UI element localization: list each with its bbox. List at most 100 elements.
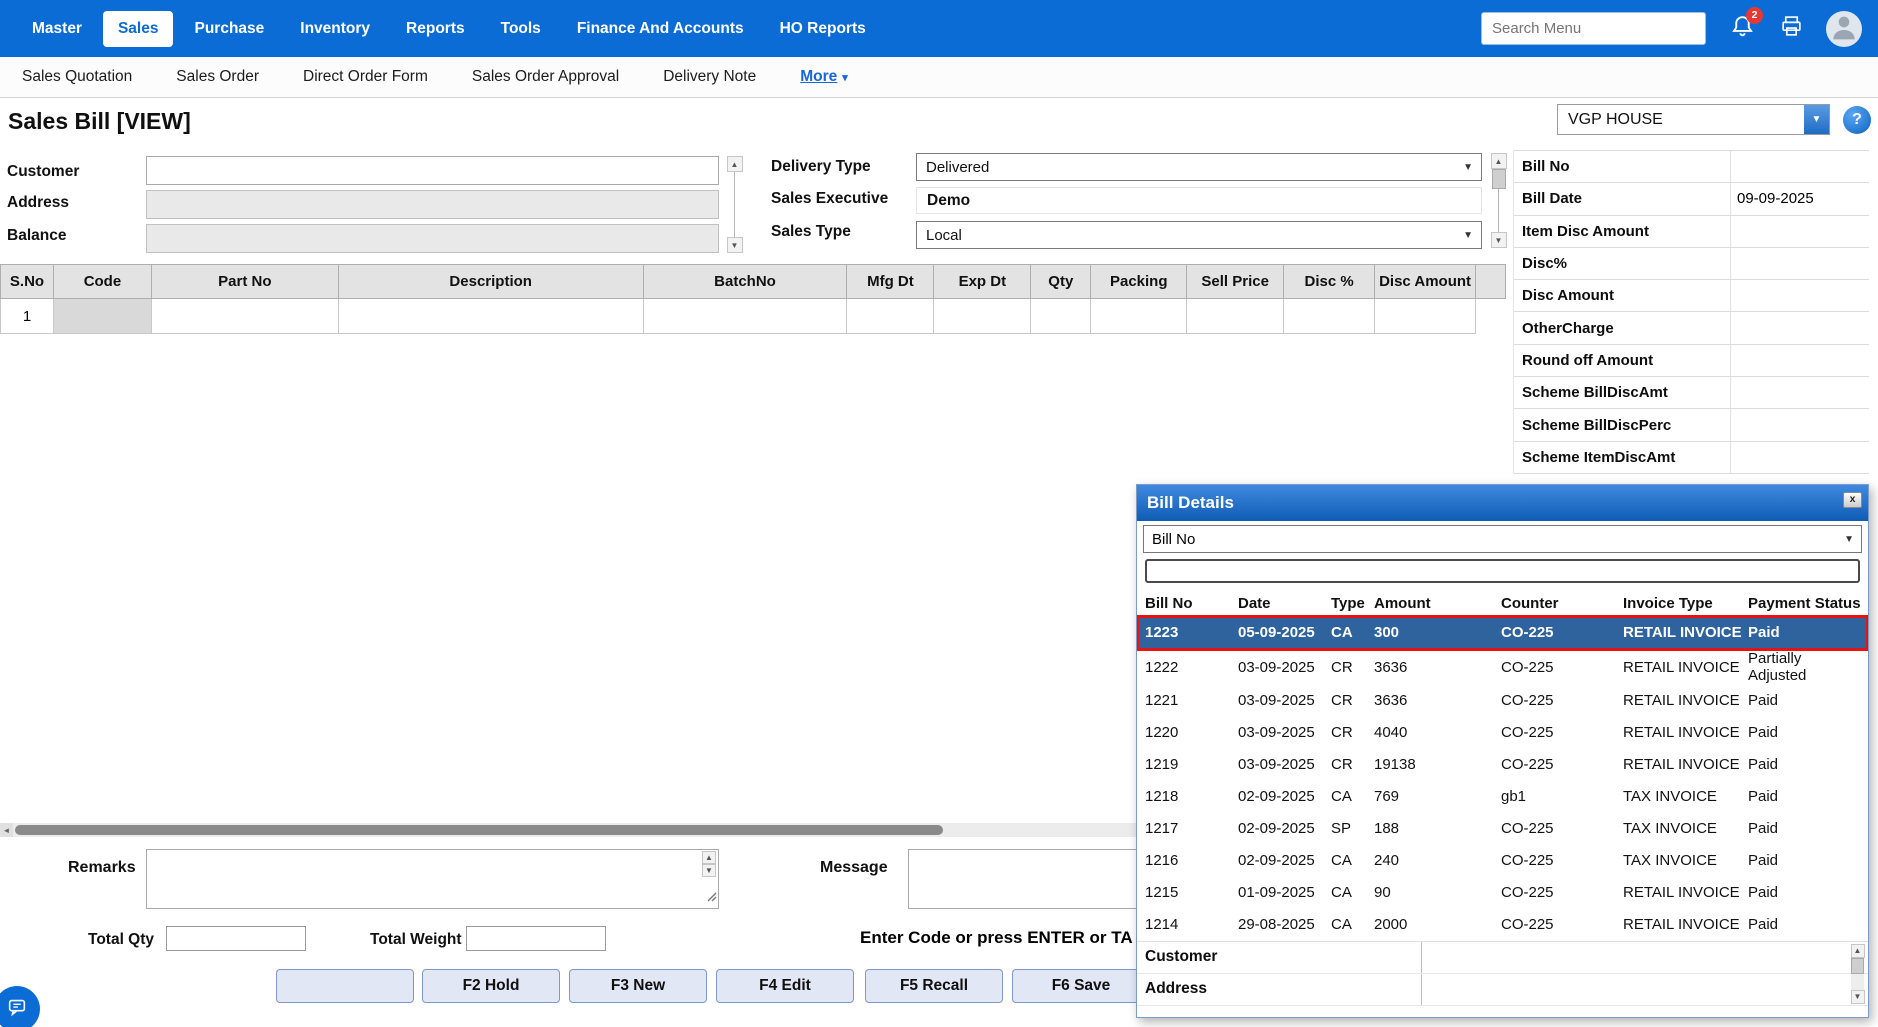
delivery-type-select[interactable]: Delivered ▼ [916,153,1482,181]
bill-cell-payment-status: Paid [1748,755,1779,773]
total-weight-input[interactable] [466,926,606,951]
scroll-down-icon[interactable]: ▼ [726,237,743,253]
nav-item-ho-reports[interactable]: HO Reports [765,11,881,47]
nav-item-reports[interactable]: Reports [391,11,480,47]
subnav-item-sales-order-approval[interactable]: Sales Order Approval [450,68,641,86]
nav-item-sales[interactable]: Sales [102,10,174,47]
side-field-value[interactable] [1731,247,1869,280]
subnav-item-delivery-note[interactable]: Delivery Note [641,68,778,86]
side-field-value[interactable] [1731,441,1869,473]
button-f3-new[interactable]: F3 New [569,969,707,1003]
help-button[interactable]: ? [1843,106,1871,134]
button-blank[interactable] [276,969,414,1003]
bill-row-1218[interactable]: 1218 02-09-2025 CA 769 gb1 TAX INVOICE Paid [1137,781,1868,813]
top-nav-bar: Master Sales Purchase Inventory Reports Tools… [0,0,1878,57]
bill-cell-payment-status: Paid [1748,915,1779,933]
subnav-item-sales-order[interactable]: Sales Order [154,68,281,86]
bill-cell-counter: CO-225 [1501,723,1554,741]
notifications-button[interactable]: 2 [1730,6,1763,44]
customer-input[interactable] [146,156,719,185]
bill-col-header-date[interactable]: Date [1238,595,1331,612]
nav-item-finance-and-accounts[interactable]: Finance And Accounts [562,11,759,47]
bill-row-1221[interactable]: 1221 03-09-2025 CR 3636 CO-225 RETAIL INVOICE… [1137,685,1868,717]
popup-customer-value[interactable] [1422,941,1868,973]
items-cell [1375,299,1477,334]
side-field-value[interactable] [1731,344,1869,377]
items-cell[interactable]: 1 [1,299,54,334]
bill-search-input[interactable] [1145,559,1860,583]
items-table-row[interactable]: 1 [0,299,1477,334]
sales-type-select[interactable]: Local ▼ [916,221,1482,249]
subnav-item-sales-quotation[interactable]: Sales Quotation [0,68,154,86]
close-icon[interactable]: x [1843,492,1862,508]
subnav-item-more[interactable]: More ▾ [778,68,870,86]
bill-cell-type: CA [1331,787,1352,805]
bill-row-1214[interactable]: 1214 29-08-2025 CA 2000 CO-225 RETAIL INVOICE… [1137,909,1868,941]
scroll-left-icon[interactable]: ◄ [0,823,13,837]
nav-item-inventory[interactable]: Inventory [285,11,385,47]
bill-row-1222[interactable]: 1222 03-09-2025 CR 3636 CO-225 RETAIL INVOICE… [1137,650,1868,685]
scroll-track[interactable] [1851,973,1864,990]
bill-row-1219[interactable]: 1219 03-09-2025 CR 19138 CO-225 RETAIL INVOIC… [1137,749,1868,781]
button-f4-edit[interactable]: F4 Edit [716,969,854,1003]
scroll-up-icon[interactable]: ▲ [702,851,716,864]
scroll-thumb[interactable] [15,825,943,835]
side-field-value[interactable] [1731,151,1869,183]
side-field-row-othercharge: OtherCharge [1514,312,1869,345]
side-field-value[interactable] [1731,377,1869,409]
branch-select[interactable]: VGP HOUSE ▼ [1557,104,1830,135]
side-field-value[interactable] [1731,215,1869,247]
print-button[interactable] [1779,14,1804,44]
bill-filter-select[interactable]: Bill No ▼ [1143,525,1862,553]
button-f5-recall[interactable]: F5 Recall [865,969,1003,1003]
bill-row-1223[interactable]: 1223 05-09-2025 CA 300 CO-225 RETAIL INVOICE P… [1137,615,1868,651]
bill-row-1217[interactable]: 1217 02-09-2025 SP 188 CO-225 TAX INVOICE Paid [1137,813,1868,845]
side-field-label: Round off Amount [1514,344,1731,377]
nav-item-tools[interactable]: Tools [486,11,556,47]
bill-col-header-type[interactable]: Type [1331,595,1374,612]
scroll-thumb[interactable] [1491,169,1506,189]
nav-item-master[interactable]: Master [17,11,97,47]
chat-fab-button[interactable] [0,986,40,1027]
bill-row-1215[interactable]: 1215 01-09-2025 CA 90 CO-225 RETAIL INVOICE Pa… [1137,877,1868,909]
bill-cell-counter: CO-225 [1501,691,1554,709]
bill-col-header-invoice-type[interactable]: Invoice Type [1623,595,1748,612]
subnav-item-direct-order-form[interactable]: Direct Order Form [281,68,450,86]
scroll-up-icon[interactable]: ▲ [1850,943,1865,958]
button-f6-save[interactable]: F6 Save [1012,969,1150,1003]
scroll-up-icon[interactable]: ▲ [726,156,743,172]
sales-executive-field[interactable]: Demo [916,187,1482,214]
user-avatar[interactable] [1826,10,1862,47]
side-field-value[interactable] [1731,280,1869,312]
side-field-value[interactable] [1731,409,1869,441]
bill-cell-bill-no: 1214 [1145,915,1179,933]
scroll-up-icon[interactable]: ▲ [1490,153,1507,169]
scroll-track[interactable] [1498,189,1499,232]
bill-col-header-amount[interactable]: Amount [1374,595,1501,612]
bill-col-header-payment-status[interactable]: Payment Status [1748,595,1861,612]
scroll-track[interactable] [734,172,735,237]
scroll-down-icon[interactable]: ▼ [1850,989,1865,1004]
bill-col-header-counter[interactable]: Counter [1501,595,1623,612]
bill-col-header-bill-no[interactable]: Bill No [1145,595,1238,612]
search-input[interactable] [1481,12,1706,45]
items-cell[interactable] [53,299,152,334]
scroll-down-icon[interactable]: ▼ [702,864,716,877]
remarks-textarea[interactable]: ▲ ▼ [146,849,719,909]
resize-handle-icon[interactable] [705,889,717,907]
bill-row-1220[interactable]: 1220 03-09-2025 CR 4040 CO-225 RETAIL INVOICE… [1137,717,1868,749]
scroll-down-icon[interactable]: ▼ [1490,232,1507,248]
dialog-titlebar[interactable]: Bill Details x [1137,485,1868,521]
scroll-thumb[interactable] [1851,957,1864,974]
bill-row-1216[interactable]: 1216 02-09-2025 CA 240 CO-225 TAX INVOICE Paid [1137,845,1868,877]
side-field-value[interactable]: 09-09-2025 [1731,183,1869,215]
bill-cell-bill-no: 1219 [1145,755,1179,773]
button-f2-hold[interactable]: F2 Hold [422,969,560,1003]
nav-item-purchase[interactable]: Purchase [179,11,279,47]
sub-nav-items: Sales Quotation Sales Order Direct Order F… [0,68,870,86]
popup-address-value[interactable] [1422,973,1868,1005]
horizontal-scrollbar[interactable]: ◄ [0,823,1136,837]
chevron-down-icon[interactable]: ▼ [1804,105,1829,134]
total-qty-input[interactable] [166,926,306,951]
side-field-value[interactable] [1731,312,1869,344]
